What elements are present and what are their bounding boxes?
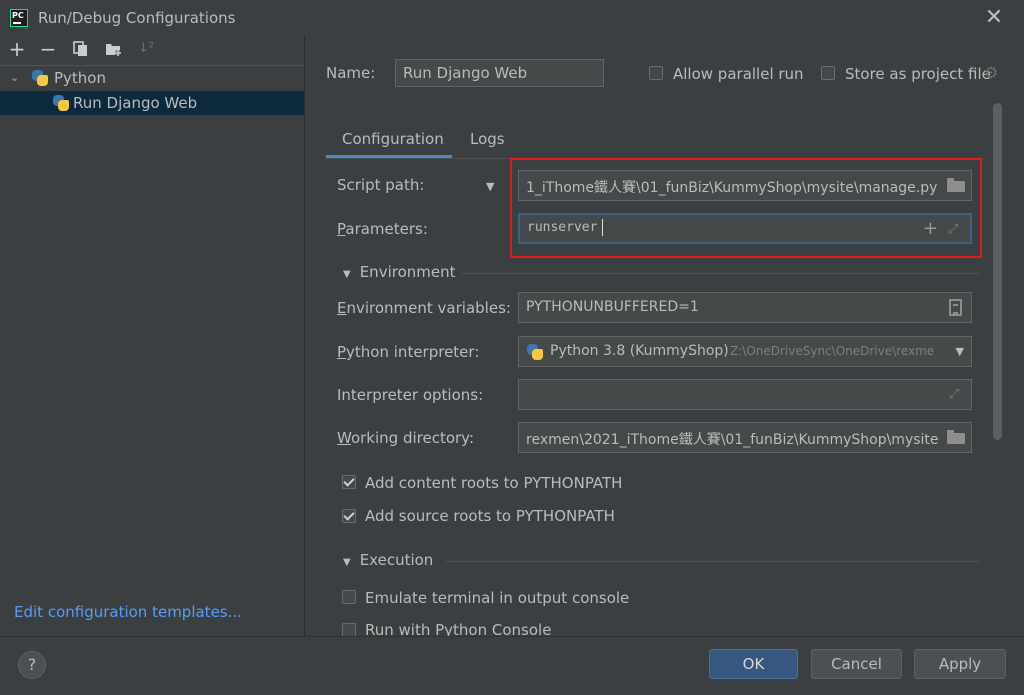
tree-item-label: Python (54, 69, 106, 87)
highlight-annotation-box (510, 158, 982, 258)
emulate-terminal-label: Emulate terminal in output console (365, 589, 630, 607)
allow-parallel-run-label: Allow parallel run (673, 65, 804, 83)
scrollbar-thumb[interactable] (993, 103, 1002, 440)
interpreter-options-label: Interpreter options: (337, 386, 484, 404)
add-icon[interactable]: + (7, 38, 27, 60)
name-label: Name: (326, 64, 376, 82)
add-source-roots-checkbox[interactable] (342, 509, 356, 523)
tree-item-label: Run Django Web (73, 94, 198, 112)
name-field[interactable]: Run Django Web (395, 59, 604, 87)
interpreter-name: Python 3.8 (KummyShop) (550, 343, 729, 359)
run-with-python-console-label: Run with Python Console (365, 621, 552, 636)
allow-parallel-run-checkbox[interactable] (649, 66, 663, 80)
close-icon[interactable]: ✕ (982, 6, 1006, 30)
script-mode-dropdown-arrow[interactable]: ▼ (486, 180, 494, 193)
expand-icon[interactable]: ⤢ (949, 388, 963, 402)
environment-section-label: Environment (359, 263, 456, 281)
copy-icon[interactable] (71, 38, 91, 60)
divider (462, 273, 980, 274)
chevron-down-icon[interactable]: ▼ (951, 345, 964, 358)
working-directory-label: Working directory: (337, 429, 475, 447)
apply-button[interactable]: Apply (914, 649, 1006, 679)
ok-button[interactable]: OK (709, 649, 798, 679)
environment-variables-field[interactable]: PYTHONUNBUFFERED=1 (518, 292, 972, 323)
python-icon (527, 344, 543, 360)
pycharm-app-icon: PC (10, 9, 28, 27)
add-content-roots-label: Add content roots to PYTHONPATH (365, 474, 623, 492)
chevron-down-icon[interactable]: ⌄ (10, 71, 19, 84)
python-interpreter-label: Python interpreter: (337, 343, 480, 361)
configuration-tree-panel (0, 36, 305, 636)
help-button[interactable]: ? (18, 651, 46, 679)
add-source-roots-label: Add source roots to PYTHONPATH (365, 507, 615, 525)
tree-item-python-group[interactable]: ⌄ Python (0, 66, 304, 90)
edit-variables-icon[interactable] (949, 299, 962, 316)
environment-section-header[interactable]: ▼ Environment (343, 263, 455, 281)
script-path-label: Script path: (337, 176, 425, 194)
store-as-project-file-checkbox[interactable] (821, 66, 835, 80)
interpreter-path: Z:\OneDriveSync\OneDrive\rexme (730, 344, 935, 358)
edit-configuration-templates-link[interactable]: Edit configuration templates... (14, 603, 242, 621)
clipped-row: Run with Python Console (330, 620, 980, 636)
interpreter-options-field[interactable]: ⤢ (518, 379, 972, 410)
python-interpreter-select[interactable]: Python 3.8 (KummyShop) Z:\OneDriveSync\O… (518, 336, 972, 367)
working-directory-field[interactable]: rexmen\2021_iThome鐵人賽\01_funBiz\KummySho… (518, 422, 972, 453)
divider (446, 561, 980, 562)
tab-logs[interactable]: Logs (470, 130, 505, 148)
chevron-down-icon: ▼ (343, 269, 351, 280)
remove-icon[interactable]: − (38, 38, 58, 60)
emulate-terminal-checkbox[interactable] (342, 590, 356, 604)
working-directory-value: rexmen\2021_iThome鐵人賽\01_funBiz\KummySho… (526, 432, 939, 448)
python-icon (32, 70, 48, 86)
environment-variables-label: Environment variables: (337, 299, 511, 317)
execution-section-label: Execution (359, 551, 434, 569)
add-content-roots-checkbox[interactable] (342, 475, 356, 489)
parameters-label: Parameters: (337, 220, 428, 238)
folder-icon[interactable] (947, 430, 965, 444)
cancel-button[interactable]: Cancel (811, 649, 902, 679)
tab-configuration[interactable]: Configuration (326, 118, 452, 158)
window-title: Run/Debug Configurations (38, 9, 236, 27)
python-icon (53, 95, 69, 111)
sort-icon[interactable]: ↓² (136, 38, 156, 60)
folder-add-icon[interactable] (104, 38, 124, 60)
store-as-project-file-label: Store as project file (845, 65, 991, 83)
execution-section-header[interactable]: ▼ Execution (343, 551, 433, 569)
gear-icon[interactable]: ⚙ (984, 65, 1000, 81)
tab-configuration-label: Configuration (342, 130, 444, 148)
tree-item-run-django-web[interactable]: Run Django Web (0, 91, 304, 115)
environment-variables-value: PYTHONUNBUFFERED=1 (526, 299, 699, 315)
run-with-python-console-checkbox[interactable] (342, 623, 356, 636)
chevron-down-icon: ▼ (343, 557, 351, 568)
